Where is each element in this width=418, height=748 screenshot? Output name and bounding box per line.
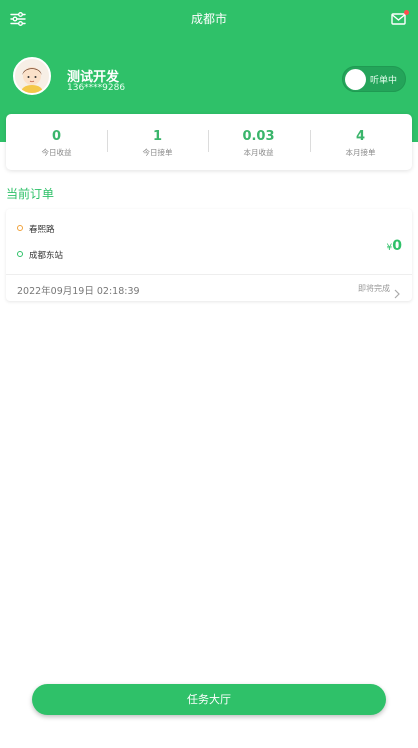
stat-label: 本月收益 — [243, 148, 274, 157]
origin-dot-icon — [17, 225, 23, 231]
task-hall-button[interactable]: 任务大厅 — [32, 684, 386, 715]
avatar[interactable] — [13, 57, 51, 95]
stat-value: 0.03 — [242, 129, 275, 144]
stat-label: 本月接单 — [345, 148, 376, 157]
order-price: ¥0 — [387, 235, 402, 254]
top-bar: 成都市 — [0, 0, 418, 38]
chevron-right-icon[interactable] — [393, 284, 401, 299]
order-time: 2022年09月19日 02:18:39 — [17, 286, 140, 297]
listen-toggle[interactable]: 听单中 — [342, 66, 406, 92]
order-divider — [6, 274, 412, 275]
stat-month-orders: 4 本月接单 — [310, 114, 411, 170]
stat-value: 0 — [51, 129, 62, 144]
stat-value: 4 — [355, 129, 366, 144]
price-value: 0 — [392, 238, 402, 254]
stats-card: 0 今日收益 1 今日接单 0.03 本月收益 4 本月接单 — [6, 114, 412, 170]
city-title[interactable]: 成都市 — [0, 10, 418, 27]
stat-label: 今日接单 — [142, 148, 173, 157]
order-card[interactable]: 春熙路 成都东站 ¥0 2022年09月19日 02:18:39 即将完成 — [6, 209, 412, 301]
notification-dot — [404, 10, 409, 15]
listen-toggle-label: 听单中 — [370, 76, 398, 86]
stat-value: 1 — [152, 129, 163, 144]
stat-today-orders: 1 今日接单 — [107, 114, 208, 170]
stat-month-income: 0.03 本月收益 — [208, 114, 309, 170]
order-destination: 成都东站 — [29, 251, 64, 261]
stat-today-income: 0 今日收益 — [6, 114, 107, 170]
order-origin: 春熙路 — [29, 225, 55, 235]
destination-dot-icon — [17, 251, 23, 257]
section-title: 当前订单 — [6, 187, 55, 201]
toggle-knob — [345, 69, 366, 90]
user-phone: 136****9286 — [67, 83, 126, 93]
stat-label: 今日收益 — [41, 148, 72, 157]
mail-icon[interactable] — [390, 10, 410, 28]
order-status[interactable]: 即将完成 — [358, 283, 390, 294]
